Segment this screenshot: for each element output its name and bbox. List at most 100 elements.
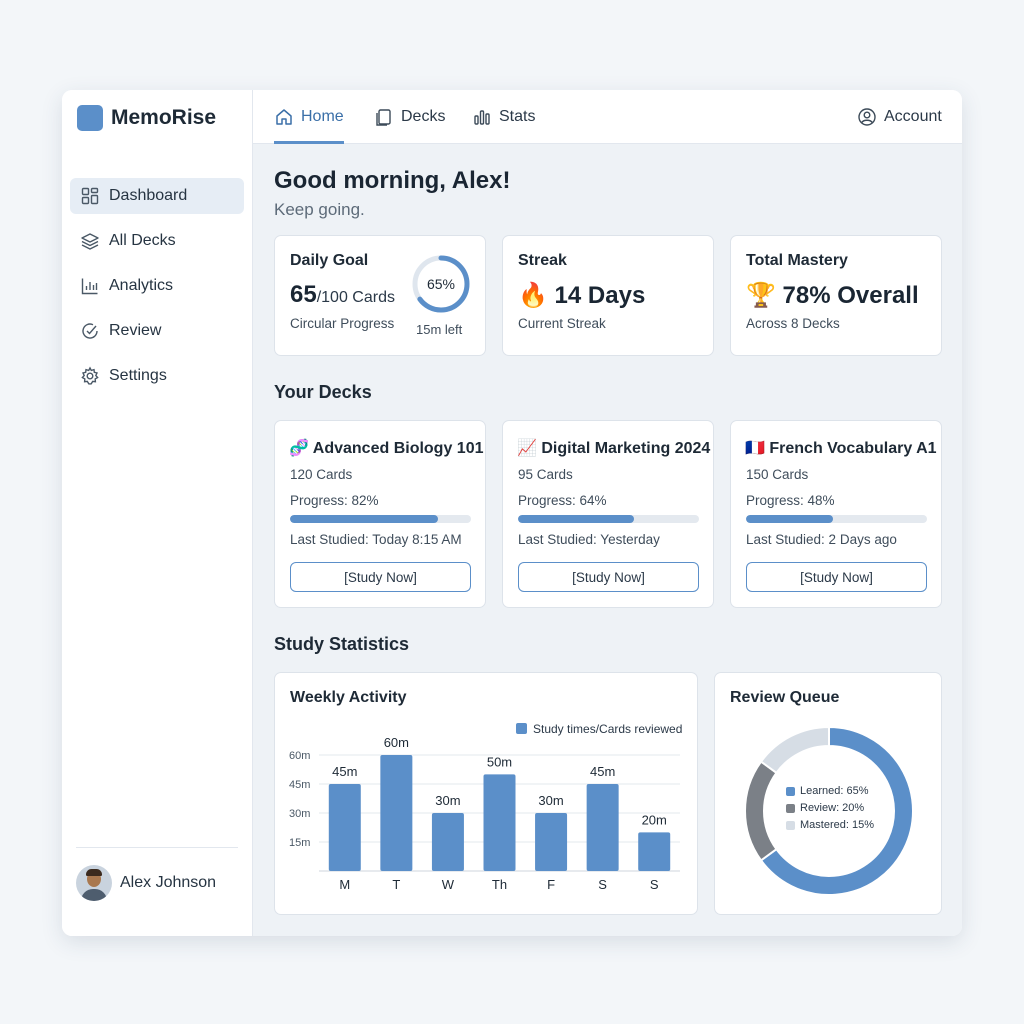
deck-progress-fill [518, 515, 634, 523]
brand[interactable]: MemoRise [77, 105, 216, 131]
deck-progress-bar [746, 515, 927, 523]
card-title: Streak [518, 252, 567, 269]
x-tick-label: Th [492, 877, 507, 892]
gear-icon [81, 366, 99, 385]
deck-card: 📈 Digital Marketing 2024 95 Cards Progre… [502, 420, 714, 608]
card-title: Total Mastery [746, 252, 848, 269]
x-tick-label: S [598, 877, 607, 892]
tab-label: Home [301, 108, 344, 125]
donut-slice [759, 725, 830, 775]
bar-data-label: 45m [590, 764, 615, 779]
stats-icon [474, 110, 490, 125]
bar-data-label: 60m [384, 735, 409, 750]
legend-item: Review: 20% [786, 802, 874, 814]
deck-progress-bar [290, 515, 471, 523]
bar [638, 832, 671, 871]
sidebar-item-review[interactable]: Review [70, 313, 244, 349]
bar [535, 813, 568, 871]
card-title: Daily Goal [290, 252, 369, 269]
y-tick-label: 60m [289, 750, 310, 762]
account-button[interactable]: Account [857, 104, 942, 130]
review-queue-legend: Learned: 65% Review: 20% Mastered: 15% [786, 785, 874, 836]
deck-card-count: 95 Cards [518, 467, 573, 482]
study-now-button[interactable]: [Study Now] [518, 562, 699, 592]
legend-swatch [786, 803, 795, 813]
daily-goal-value: 65/100 Cards [290, 281, 395, 308]
sidebar-item-label: Dashboard [109, 187, 188, 204]
bar-data-label: 50m [487, 754, 512, 769]
app-window: MemoRise Dashboard All Decks Analytics R… [62, 90, 962, 936]
sidebar-item-dashboard[interactable]: Dashboard [70, 178, 244, 214]
user-profile[interactable]: Alex Johnson [76, 865, 216, 901]
review-queue-card: Review Queue Learned: 65% Review: 20% Mast… [714, 672, 942, 915]
y-tick-label: 30m [289, 808, 310, 820]
tab-label: Decks [401, 108, 446, 125]
deck-progress-fill [290, 515, 439, 523]
study-now-button[interactable]: [Study Now] [290, 562, 471, 592]
tab-home[interactable]: Home [274, 104, 344, 130]
y-tick-label: 45m [289, 779, 310, 791]
deck-progress-bar [518, 515, 699, 523]
layers-icon [81, 233, 99, 250]
deck-progress-label: Progress: 48% [746, 493, 835, 508]
user-circle-icon [858, 108, 876, 126]
home-icon [276, 109, 292, 125]
tab-decks[interactable]: Decks [374, 104, 445, 130]
daily-goal-caption: Circular Progress [290, 316, 395, 331]
weekly-activity-chart: Study times/Cards reviewed 15m 30m 45m 60m 45… [289, 722, 682, 892]
deck-card-count: 120 Cards [290, 467, 353, 482]
deck-last-studied: Last Studied: Yesterday [518, 532, 660, 547]
mastery-caption: Across 8 Decks [746, 316, 840, 331]
legend-label: Learned: 65% [800, 785, 869, 797]
bar-chart-icon [81, 278, 98, 295]
sidebar-item-settings[interactable]: Settings [70, 358, 244, 394]
streak-value: 🔥 14 Days [518, 282, 646, 309]
brand-name: MemoRise [111, 106, 217, 129]
study-now-button[interactable]: [Study Now] [746, 562, 927, 592]
bar-data-label: 45m [332, 764, 357, 779]
ring-label: 65% [427, 276, 455, 292]
bar-data-label: 30m [538, 793, 563, 808]
dashboard-grid-icon [81, 187, 99, 205]
page-title: Good morning, Alex! [274, 167, 511, 194]
bar [431, 813, 464, 871]
tab-stats[interactable]: Stats [472, 104, 535, 130]
daily-goal-card: Daily Goal 65/100 Cards Circular Progres… [274, 235, 486, 356]
bar [328, 784, 361, 871]
deck-progress-label: Progress: 82% [290, 493, 379, 508]
deck-last-studied: Last Studied: Today 8:15 AM [290, 532, 462, 547]
decks-heading: Your Decks [274, 382, 372, 402]
weekly-activity-card: Weekly Activity Study times/Cards review… [274, 672, 698, 915]
sidebar-item-label: Review [109, 322, 162, 339]
mastery-card: Total Mastery 🏆 78% Overall Across 8 Dec… [730, 235, 942, 356]
x-tick-label: T [392, 877, 400, 892]
tab-label: Stats [499, 108, 536, 125]
streak-card: Streak 🔥 14 Days Current Streak [502, 235, 714, 356]
sidebar-item-analytics[interactable]: Analytics [70, 268, 244, 304]
user-name: Alex Johnson [120, 874, 217, 891]
brand-logo-icon [77, 105, 103, 131]
deck-progress-fill [746, 515, 833, 523]
legend-swatch [786, 786, 795, 796]
cards-icon [376, 109, 391, 126]
legend-item: Learned: 65% [786, 785, 874, 797]
x-tick-label: W [442, 877, 455, 892]
sidebar-item-label: Settings [109, 367, 167, 384]
stats-heading: Study Statistics [274, 634, 410, 654]
deck-last-studied: Last Studied: 2 Days ago [746, 532, 897, 547]
legend-label: Review: 20% [800, 802, 865, 814]
deck-card: 🇫🇷 French Vocabulary A1 150 Cards Progre… [730, 420, 942, 608]
legend-swatch [516, 723, 527, 734]
x-tick-label: S [650, 877, 659, 892]
x-tick-label: F [547, 877, 555, 892]
sidebar-item-all-decks[interactable]: All Decks [70, 223, 244, 259]
account-label: Account [884, 108, 942, 125]
avatar [76, 865, 112, 901]
deck-progress-label: Progress: 64% [518, 493, 607, 508]
sidebar-divider [76, 847, 238, 848]
time-left: 15m left [416, 322, 463, 337]
sidebar-item-label: Analytics [109, 277, 174, 294]
deck-card: 🧬 Advanced Biology 101 120 Cards Progres… [274, 420, 486, 608]
legend-label: Mastered: 15% [800, 819, 874, 831]
page-subtitle: Keep going. [274, 200, 365, 219]
